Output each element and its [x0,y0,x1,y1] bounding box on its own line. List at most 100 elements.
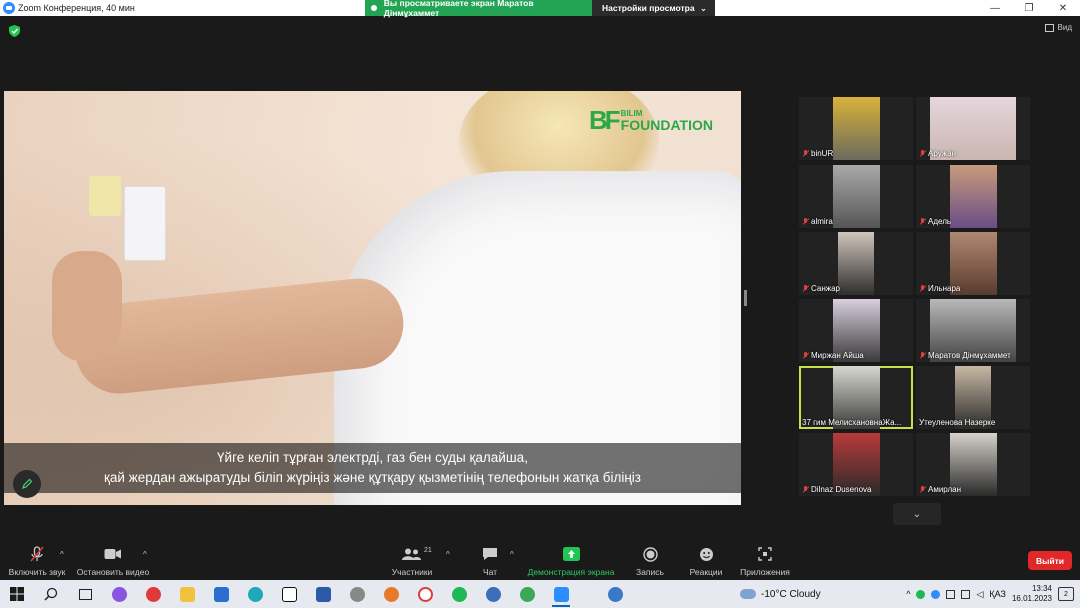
unmute-button[interactable]: Включить звук [0,545,77,577]
participant-tile[interactable]: almira [799,165,913,228]
participant-name: 37 гим МелисхановнаЖа... [802,418,902,427]
share-banner-text: Вы просматриваете экран Маратов Дінмұхам… [383,0,534,18]
leave-meeting-button[interactable]: Выйти [1028,551,1072,570]
share-banner-message: Вы просматриваете экран Маратов Дінмұхам… [365,0,592,18]
muted-mic-icon [919,217,926,226]
participant-tile[interactable]: Миржан Айша [799,299,913,362]
taskbar-app-notion[interactable] [272,580,306,608]
participant-tile[interactable]: Санжар [799,232,913,295]
wall-socket [124,186,166,261]
chevron-up-icon[interactable]: ^ [906,589,910,599]
taskbar-app-word[interactable] [306,580,340,608]
taskbar-app-yandex-browser[interactable] [408,580,442,608]
stop-video-button[interactable]: Остановить видео [73,545,153,577]
gallery-next-page-button[interactable]: ⌄ [893,503,941,525]
participant-name: Утеуленова Назерке [919,418,996,427]
word-icon [315,586,331,602]
tray-app-icon[interactable] [931,589,941,599]
weather-widget[interactable]: -10°C Cloudy [740,580,821,608]
task-view-button[interactable] [68,580,102,608]
close-button[interactable]: ✕ [1046,0,1080,16]
chat-button[interactable]: Чат [450,545,530,577]
assistant-icon [111,586,127,602]
chat-options-caret-icon[interactable]: ^ [510,550,514,559]
participant-video [833,97,880,160]
participant-name: Адель [928,217,952,226]
participant-tile[interactable]: Утеуленова Назерке [916,366,1030,429]
video-options-caret-icon[interactable]: ^ [143,550,147,559]
shared-screen: BF BILIM FOUNDATION Үйге келіп тұрған эл… [4,91,741,505]
minimize-button[interactable]: — [978,0,1012,16]
participant-tile[interactable]: binUR [799,97,913,160]
clock[interactable]: 13:34 16.01.2023 [1012,584,1052,604]
view-button[interactable]: Вид [1044,23,1072,32]
taskbar-app-assistant[interactable] [102,580,136,608]
taskbar-app-help[interactable] [598,580,632,608]
keyboard-language[interactable]: ҚАЗ [989,589,1006,599]
taskbar-app-zoom[interactable] [544,580,578,608]
cloud-icon [740,589,756,599]
view-options-button[interactable]: Настройки просмотра ⌄ [592,0,715,16]
participant-tile[interactable]: Dilnaz Dusenova [799,433,913,496]
participant-tile[interactable]: Маратов Дінмұхаммет [916,299,1030,362]
chat-label: Чат [482,567,498,577]
audio-options-caret-icon[interactable]: ^ [60,550,64,559]
apps-button[interactable]: Приложения [725,545,805,577]
share-screen-icon [562,545,580,563]
taskbar-app-edge[interactable] [238,580,272,608]
participant-video [838,232,874,295]
encryption-shield-icon[interactable] [9,25,20,37]
tray-app-icon[interactable] [916,589,926,599]
windows-logo-icon [10,587,24,601]
video-subtitle: Үйге келіп тұрған электрді, газ бен суды… [4,443,741,493]
muted-mic-icon [802,351,809,360]
participant-tile[interactable]: Аружан [916,97,1030,160]
splitter-handle[interactable] [744,290,747,306]
pencil-icon [22,478,33,489]
spotify-icon [451,586,467,602]
weather-text: -10°C Cloudy [761,588,821,600]
help-icon [607,586,623,602]
taskbar-app-clock[interactable] [340,580,374,608]
search-button[interactable] [34,580,68,608]
tray-app-icon[interactable] [946,589,956,599]
participant-tile-active-speaker[interactable]: 37 гим МелисхановнаЖа... [799,366,913,429]
clock-date: 16.01.2023 [1011,594,1052,603]
taskbar-app-browser[interactable] [476,580,510,608]
yandex-browser-icon [417,586,433,602]
muted-mic-icon [802,149,809,158]
share-banner: Вы просматриваете экран Маратов Дінмұхам… [365,0,715,18]
start-button[interactable] [0,580,34,608]
taskbar-app-chrome[interactable] [510,580,544,608]
muted-mic-icon [802,217,809,226]
taskbar-app-mail[interactable] [204,580,238,608]
participant-tile[interactable]: Ильнара [916,232,1030,295]
mail-icon [213,586,229,602]
task-view-icon [78,588,92,600]
bilim-foundation-logo: BF BILIM FOUNDATION [589,105,713,136]
taskbar-app-explorer[interactable] [170,580,204,608]
network-icon[interactable] [961,589,971,599]
subtitle-line1: Үйге келіп тұрған электрді, газ бен суды… [217,450,528,465]
participants-button[interactable]: 21 Участники [372,545,452,577]
volume-icon[interactable]: ◁ [976,589,983,600]
muted-mic-icon [802,284,809,293]
record-icon [642,545,658,563]
participants-count: 21 [424,547,432,554]
chrome-icon [519,586,535,602]
taskbar-app-yandex[interactable] [136,580,170,608]
participant-name: Санжар [811,284,840,293]
participant-tile[interactable]: Адель [916,165,1030,228]
video-camera-icon [104,545,122,563]
taskbar-app-spotify[interactable] [442,580,476,608]
notifications-button[interactable]: 2 [1058,587,1074,601]
restore-button[interactable]: ❐ [1012,0,1046,16]
taskbar-app-firefox[interactable] [374,580,408,608]
meeting-toolbar: Включить звук ^ Остановить видео ^ 21 Уч… [0,540,1080,580]
share-screen-button[interactable]: Демонстрация экрана [528,545,614,577]
participant-name: almira [811,217,833,226]
participant-tile[interactable]: Амирлан [916,433,1030,496]
annotate-button[interactable] [13,470,41,498]
folder-icon [179,586,195,602]
chat-bubble-icon [482,545,498,563]
